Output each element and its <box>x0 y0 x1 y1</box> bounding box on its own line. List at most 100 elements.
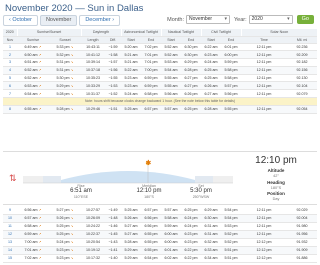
table-row[interactable]: 4 6:52 am ↗ 5:31 pm ↘ 10:37:18 −1:56 5:22 am 7… <box>3 66 318 75</box>
cell-nau-start: 5:57 am <box>161 105 181 114</box>
sunrise-arrow-icon: ↗ <box>37 83 42 88</box>
cell-value: 6:23 am <box>204 52 218 57</box>
cell-day[interactable]: 7 <box>3 89 17 99</box>
cell-value: 7:00 pm <box>144 68 158 73</box>
year-select[interactable]: 2020 <box>248 15 293 24</box>
night-band-left <box>23 176 43 183</box>
cell-sunset: 5:32 pm ↘ <box>49 50 81 60</box>
cell-civ-end: 5:59 pm <box>221 58 241 67</box>
cell-value: 92.004 <box>296 216 308 220</box>
cell-value: 6:31 am <box>204 232 218 236</box>
cell-nau-start: 6:00 am <box>161 238 181 247</box>
meridian-time: 12:10 pm <box>136 188 162 195</box>
cell-value: 5:25 pm <box>56 232 70 236</box>
cell-civ-end: 6:00 pm <box>221 50 241 60</box>
table-row[interactable]: 8 6:55 am ↗ 5:28 pm ↘ 10:29:46 −1:51 5:25 am 6… <box>3 105 318 114</box>
cell-ast-end: 6:59 pm <box>141 81 161 91</box>
sun-position-panel: ⇅ ✱ Rise 6:51 am 110°ESE Meridian 12:10 … <box>3 151 317 205</box>
cell-value: 5:55 am <box>164 83 178 88</box>
month-select[interactable]: November <box>186 15 230 24</box>
column-header: Length <box>81 36 105 44</box>
table-row[interactable]: 1 6:49 am ↗ 5:33 pm ↘ 10:43:11 −1:59 5:20 am 7… <box>3 43 318 52</box>
date-selector: Month: November Year: 2020 Go <box>167 15 314 24</box>
cell-value: 5:53 pm <box>224 224 238 228</box>
table-row[interactable]: 3 6:51 am ↗ 5:31 pm ↘ 10:39:14 −1:57 5:21 am 7… <box>3 58 318 67</box>
table-row[interactable]: 13 7:00 am ↗ 5:24 pm ↘ 10:20:54 −1:43 5:28 am… <box>3 238 317 247</box>
heading-value: 180°S <box>270 185 282 190</box>
cell-day[interactable]: 14 <box>3 246 17 255</box>
cell-value: 12:11 pm <box>256 76 272 81</box>
cell-value: 6:27 pm <box>184 76 198 81</box>
table-row[interactable]: 15 7:02 am ↗ 5:23 pm ↘ 10:17:32 −1:40 5:29 am… <box>3 254 317 263</box>
table-row[interactable]: 7 6:54 am ↗ 5:28 pm ↘ 10:31:37 −1:52 5:24 am 6… <box>3 89 318 99</box>
cell-value: 5:27 am <box>124 232 138 236</box>
cell-day[interactable]: 9 <box>3 206 17 215</box>
sunrise-arrow-icon: ↗ <box>37 224 42 228</box>
cell-length: 10:43:11 <box>81 43 105 52</box>
header-astronomical-twilight: Astronomical Twilight <box>120 29 161 37</box>
table-row[interactable]: 11 6:58 am ↗ 5:25 pm ↘ 10:24:22 −1:46 5:27 am… <box>3 222 317 231</box>
cell-sunrise: 7:01 am ↗ <box>17 246 49 255</box>
cell-day[interactable]: 10 <box>3 214 17 223</box>
cell-day[interactable]: 8 <box>3 105 17 114</box>
cell-value: 12 <box>8 232 12 236</box>
cell-noon-dist: 91.886 <box>287 254 317 263</box>
cell-nau-start: 5:56 am <box>161 89 181 99</box>
table-row[interactable]: 5 6:52 am ↗ 5:30 pm ↘ 10:35:23 −1:55 5:23 am 6… <box>3 74 318 83</box>
table-row[interactable]: 10 6:57 am ↗ 5:26 pm ↘ 10:26:09 −1:48 5:26 am… <box>3 214 317 223</box>
cell-day[interactable]: 13 <box>3 238 17 247</box>
cell-diff: −1:53 <box>105 81 121 91</box>
cell-civ-start: 6:32 am <box>201 238 221 247</box>
cell-value: 92.156 <box>296 68 308 73</box>
cell-day[interactable]: 12 <box>3 230 17 239</box>
cell-day[interactable]: 15 <box>3 254 17 263</box>
go-button[interactable]: Go <box>296 15 314 24</box>
sunset-arrow-icon: ↘ <box>69 44 74 49</box>
cell-day[interactable]: 4 <box>3 66 17 75</box>
cell-day[interactable]: 2 <box>3 50 17 60</box>
sunset-arrow-icon: ↘ <box>69 240 74 244</box>
cell-civ-end: 5:58 pm <box>221 74 241 83</box>
cell-nau-end: 6:28 pm <box>181 66 201 75</box>
cell-value: 6:55 pm <box>144 232 158 236</box>
cell-value: 6:28 pm <box>184 68 198 73</box>
cell-value: 10:29:46 <box>86 107 100 112</box>
table-row[interactable]: 6 6:53 am ↗ 5:29 pm ↘ 10:33:29 −1:53 5:23 am 6… <box>3 81 318 91</box>
cell-value: 10:43:11 <box>86 44 100 49</box>
cell-day[interactable]: 5 <box>3 74 17 83</box>
cell-value: 6:25 pm <box>184 107 198 112</box>
sunset-arrow-icon: ↘ <box>69 207 74 212</box>
cell-value: 10:33:29 <box>86 83 100 88</box>
next-month-button[interactable]: December › <box>79 15 121 26</box>
prev-month-button[interactable]: ‹ October <box>3 15 38 26</box>
cell-value: 6:54 pm <box>144 256 158 260</box>
cell-value: 5:51 pm <box>224 256 238 260</box>
cell-nau-end: 6:23 pm <box>181 238 201 247</box>
sunrise-arrow-icon: ↗ <box>37 91 42 96</box>
cell-day[interactable]: 11 <box>3 222 17 231</box>
cell-day[interactable]: 6 <box>3 81 17 91</box>
cell-length: 10:17:32 <box>81 254 105 263</box>
cell-sunset: 5:23 pm ↘ <box>49 254 81 263</box>
cell-ast-end: 7:01 pm <box>141 58 161 67</box>
cell-value: 5:57 am <box>164 207 178 212</box>
table-row[interactable]: 12 6:59 am ↗ 5:25 pm ↘ 10:22:37 −1:45 5:27 am… <box>3 230 317 239</box>
cell-length: 10:33:29 <box>81 81 105 91</box>
month-label: Month: <box>167 16 184 23</box>
column-header: Start <box>161 36 181 44</box>
cell-ast-end: 6:59 pm <box>141 74 161 83</box>
cell-noon-dist: 92.182 <box>287 58 318 67</box>
table-row[interactable]: 14 7:01 am ↗ 5:23 pm ↘ 10:19:12 −1:41 5:29 am… <box>3 246 317 255</box>
cell-value: 6:22 am <box>204 44 218 49</box>
cell-day[interactable]: 3 <box>3 58 17 67</box>
cell-day[interactable]: 1 <box>3 43 17 52</box>
cell-value: 6:22 pm <box>184 256 198 260</box>
table-row[interactable]: 9 6:56 am ↗ 5:27 pm ↘ 10:27:57 −1:49 5:25 am 6… <box>3 206 317 215</box>
cell-value: 5:23 am <box>124 83 138 88</box>
expand-toggle-icon[interactable]: ⇅ <box>9 173 17 184</box>
cell-noon-time: 12:11 pm <box>241 66 287 75</box>
cell-value: 6:51 am <box>24 60 38 65</box>
table-row[interactable]: 2 6:50 am ↗ 5:32 pm ↘ 10:41:12 −1:58 5:21 am 7… <box>3 50 318 60</box>
cell-value: 15 <box>8 256 12 260</box>
current-month-tab[interactable]: November <box>39 15 78 26</box>
